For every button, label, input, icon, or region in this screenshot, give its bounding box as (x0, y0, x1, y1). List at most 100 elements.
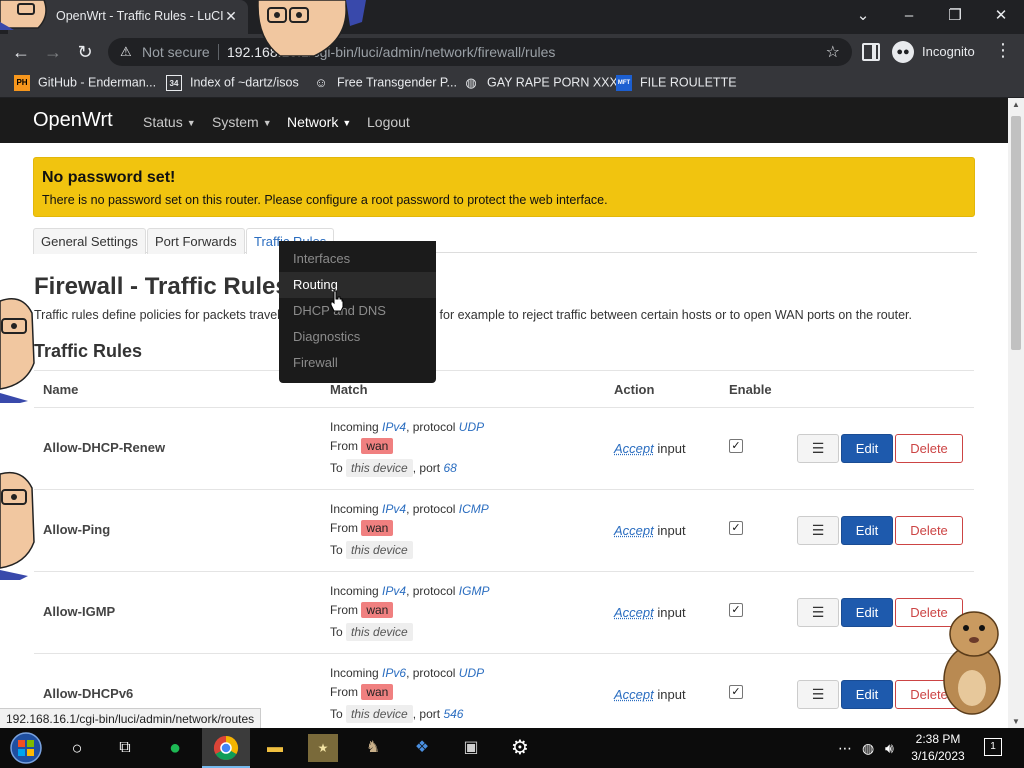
tab-title: OpenWrt - Traffic Rules - LuCI (56, 9, 224, 23)
caret-down-icon: ▼ (186, 118, 196, 128)
restore-icon[interactable]: ❐ (940, 4, 970, 28)
tab-search-icon[interactable]: ⌄ (848, 4, 878, 28)
tab-close-icon[interactable]: ✕ (222, 7, 240, 25)
action-value: Accept (614, 523, 654, 538)
enable-checkbox[interactable]: ✓ (729, 603, 743, 617)
action-target: input (657, 441, 686, 456)
scroll-up-icon[interactable]: ▲ (1008, 100, 1024, 109)
action-value: Accept (614, 441, 654, 456)
from-label: From (330, 685, 358, 699)
action-target: input (657, 605, 686, 620)
enable-checkbox[interactable]: ✓ (729, 685, 743, 699)
close-window-icon[interactable]: ✕ (986, 4, 1016, 28)
spotify-icon[interactable]: ● (160, 734, 190, 762)
bookmark-item[interactable]: ☺ Free Transgender P... (313, 75, 457, 93)
match-from-line: From wan (330, 684, 394, 700)
back-icon[interactable]: ← (8, 40, 34, 64)
dropdown-item-interfaces[interactable]: Interfaces (279, 246, 436, 272)
enable-checkbox[interactable]: ✓ (729, 439, 743, 453)
family-value: IPv4 (382, 420, 407, 434)
drag-handle-button[interactable]: ☰ (797, 516, 839, 545)
menu-system[interactable]: System ▼ (212, 114, 272, 130)
edit-button[interactable]: Edit (841, 598, 893, 627)
dropdown-item-routing[interactable]: Routing (279, 272, 436, 298)
cartoon-face-sticker-icon (0, 298, 35, 403)
app-vm-icon[interactable]: ▣ (456, 734, 486, 762)
bookmark-item[interactable]: 34 Index of ~dartz/isos (166, 75, 299, 93)
rule-action: Accept input (614, 441, 686, 456)
drag-handle-button[interactable]: ☰ (797, 434, 839, 463)
notification-center-icon[interactable]: 1 (984, 738, 1002, 756)
side-panel-icon[interactable] (862, 43, 880, 61)
chrome-menu-icon[interactable]: ⋮ (994, 40, 1012, 61)
brand-logo[interactable]: OpenWrt (33, 109, 113, 132)
forward-icon[interactable]: → (40, 40, 66, 64)
app-character-icon[interactable]: ♞ (358, 734, 388, 762)
column-header-name: Name (43, 382, 79, 397)
bookmark-34-icon: 34 (166, 75, 182, 91)
minimize-icon[interactable]: – (894, 4, 924, 28)
drag-handle-button[interactable]: ☰ (797, 680, 839, 709)
protocol-label: protocol (412, 420, 456, 434)
tab-port-forwards[interactable]: Port Forwards (147, 228, 245, 254)
edit-button[interactable]: Edit (841, 680, 893, 709)
start-button-icon[interactable] (8, 732, 44, 764)
search-icon[interactable]: ○ (62, 734, 92, 762)
match-to-line: To this device, port 68 (330, 459, 457, 477)
security-label[interactable]: Not secure (142, 44, 210, 60)
rule-action: Accept input (614, 523, 686, 538)
network-globe-icon[interactable]: ◍ (862, 740, 874, 757)
app-network-icon[interactable]: ❖ (407, 734, 437, 762)
bookmark-item[interactable]: ◍ GAY RAPE PORN XXX (463, 75, 618, 93)
alert-text: There is no password set on this router.… (42, 193, 608, 207)
warning-icon[interactable]: ⚠ (120, 44, 132, 60)
drag-handle-button[interactable]: ☰ (797, 598, 839, 627)
dropdown-item-dhcp-dns[interactable]: DHCP and DNS (279, 298, 436, 324)
bookmark-item[interactable]: MFT FILE ROULETTE (616, 75, 737, 93)
menu-network[interactable]: Network ▼ (287, 114, 351, 130)
bookmark-label: Free Transgender P... (337, 75, 457, 90)
address-bar[interactable]: ⚠ Not secure 192.168.16.1/cgi-bin/luci/a… (108, 38, 852, 66)
incognito-badge[interactable]: ●● Incognito (890, 39, 986, 65)
mask-icon: ☺ (314, 75, 328, 90)
volume-icon[interactable]: 🔊︎ (885, 740, 894, 757)
action-target: input (657, 687, 686, 702)
rule-action: Accept input (614, 687, 686, 702)
match-from-line: From wan (330, 438, 394, 454)
column-header-match: Match (330, 382, 368, 397)
network-dropdown-menu: Interfaces Routing DHCP and DNS Diagnost… (279, 241, 436, 383)
zone-badge: wan (361, 520, 394, 536)
match-to-line: To this device (330, 623, 413, 641)
file-explorer-icon[interactable]: ▬ (260, 734, 290, 762)
device-badge: this device (346, 623, 413, 641)
bookmark-label: GAY RAPE PORN XXX (487, 75, 618, 90)
app-game-icon[interactable]: ★ (308, 734, 338, 762)
luci-navbar: OpenWrt Status ▼ System ▼ Network ▼ Logout (0, 98, 1008, 143)
edit-button[interactable]: Edit (841, 516, 893, 545)
scroll-thumb[interactable] (1011, 116, 1021, 350)
device-badge: this device (346, 459, 413, 477)
tray-chevron-icon[interactable]: ⋯ (838, 740, 852, 757)
bookmark-star-icon[interactable]: ☆ (826, 42, 840, 62)
delete-button[interactable]: Delete (895, 434, 963, 463)
taskbar-clock[interactable]: 2:38 PM 3/16/2023 (906, 731, 970, 765)
task-view-icon[interactable]: ⧉ (110, 734, 140, 762)
menu-status[interactable]: Status ▼ (143, 114, 196, 130)
dropdown-item-firewall[interactable]: Firewall (279, 350, 436, 376)
chrome-icon[interactable] (211, 734, 241, 762)
page-scrollbar[interactable]: ▲ ▼ (1008, 98, 1024, 728)
delete-button[interactable]: Delete (895, 516, 963, 545)
dropdown-item-diagnostics[interactable]: Diagnostics (279, 324, 436, 350)
settings-gear-icon[interactable]: ⚙ (505, 734, 535, 762)
edit-button[interactable]: Edit (841, 434, 893, 463)
scroll-down-icon[interactable]: ▼ (1008, 717, 1024, 726)
bookmark-item[interactable]: PH GitHub - Enderman... (14, 75, 156, 93)
reload-icon[interactable]: ↻ (72, 40, 98, 64)
match-protocol-line: Incoming IPv4, protocol UDP (330, 420, 485, 434)
menu-logout[interactable]: Logout (367, 114, 410, 130)
device-badge: this device (346, 705, 413, 723)
action-value: Accept (614, 687, 654, 702)
tab-general-settings[interactable]: General Settings (33, 228, 146, 254)
enable-checkbox[interactable]: ✓ (729, 521, 743, 535)
rule-name: Allow-DHCPv6 (43, 686, 134, 701)
